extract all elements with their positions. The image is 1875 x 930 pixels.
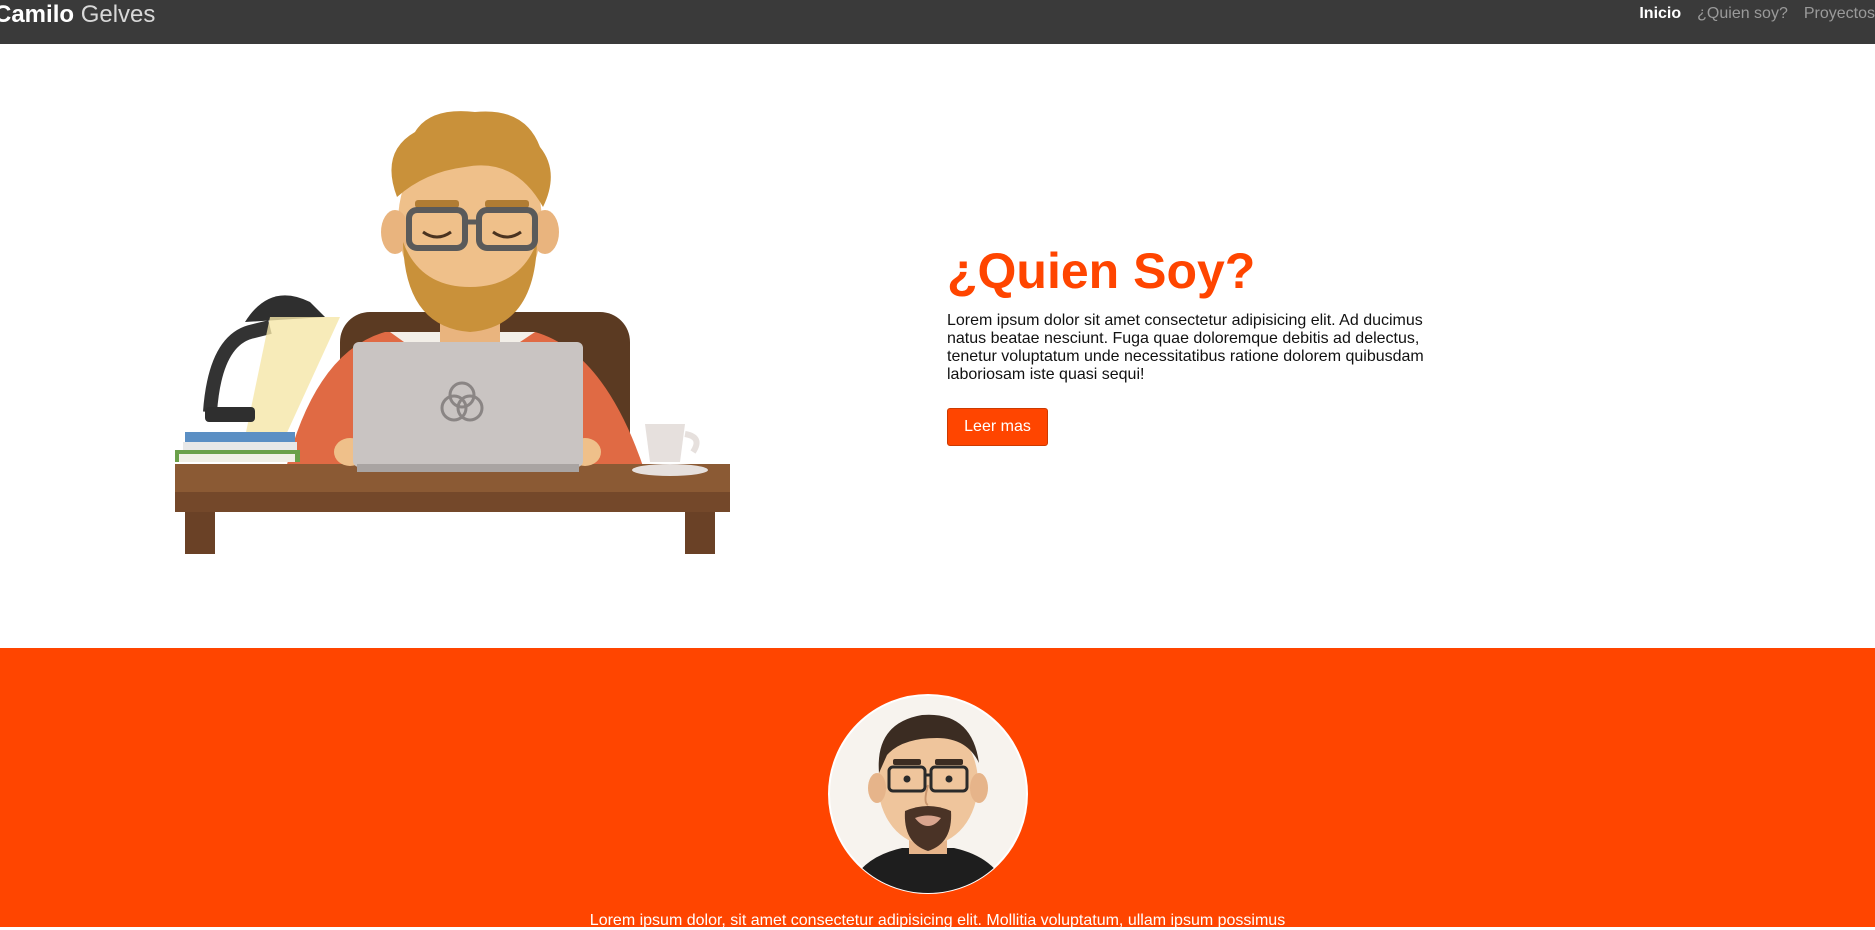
nav-link-proyectos[interactable]: Proyectos xyxy=(1804,5,1875,23)
brand-logo[interactable]: Camilo Gelves xyxy=(0,0,155,29)
avatar xyxy=(828,694,1028,894)
hero-text: ¿Quien Soy? Lorem ipsum dolor sit amet c… xyxy=(947,244,1427,446)
navbar: Camilo Gelves Inicio ¿Quien soy? Proyect… xyxy=(0,0,1875,44)
nav-link-quien-soy[interactable]: ¿Quien soy? xyxy=(1697,5,1788,23)
about-section: Lorem ipsum dolor, sit amet consectetur … xyxy=(0,648,1875,929)
brand-last-name: Gelves xyxy=(80,1,156,28)
brand-first-name: Camilo xyxy=(0,1,75,28)
hero-section: ¿Quien Soy? Lorem ipsum dolor sit amet c… xyxy=(0,44,1875,648)
nav-link-inicio[interactable]: Inicio xyxy=(1639,5,1681,23)
leer-mas-button[interactable]: Leer mas xyxy=(947,408,1048,446)
hero-title: ¿Quien Soy? xyxy=(947,243,1256,299)
developer-at-desk-illustration xyxy=(175,111,730,554)
about-text: Lorem ipsum dolor, sit amet consectetur … xyxy=(589,912,1286,929)
hero-body: Lorem ipsum dolor sit amet consectetur a… xyxy=(947,312,1424,383)
nav-links: Inicio ¿Quien soy? Proyectos xyxy=(1623,0,1875,28)
